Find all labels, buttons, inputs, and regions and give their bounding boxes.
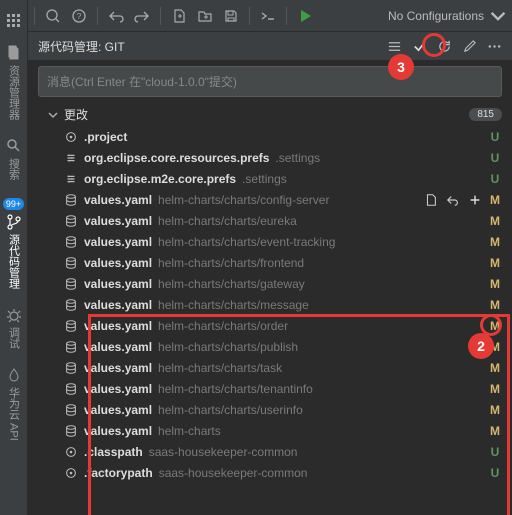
svg-text:?: ? — [77, 12, 82, 21]
redo-icon[interactable] — [134, 8, 150, 24]
rail-debug[interactable]: 调试 — [6, 307, 22, 349]
file-row[interactable]: org.eclipse.m2e.core.prefs .settingsU — [28, 168, 512, 189]
rail-huawei[interactable]: 华为云 API — [6, 367, 22, 441]
file-row[interactable]: org.eclipse.core.resources.prefs .setting… — [28, 147, 512, 168]
status-letter: M — [488, 193, 502, 207]
commit-check-icon[interactable] — [412, 39, 427, 54]
save-icon[interactable] — [223, 8, 239, 24]
changes-label: 更改 — [64, 106, 88, 123]
chevron-down-icon — [48, 110, 58, 120]
file-path: helm-charts/charts/event-tracking — [158, 235, 488, 249]
file-name: values.yaml — [84, 214, 152, 228]
file-path: helm-charts/charts/message — [158, 298, 488, 312]
changes-tree: 更改 815 .project Uorg.eclipse.core.resourc… — [28, 103, 512, 515]
refresh-icon[interactable] — [437, 39, 452, 54]
status-letter: M — [488, 277, 502, 291]
file-row[interactable]: values.yaml helm-charts/charts/frontendM — [28, 252, 512, 273]
edit-icon[interactable] — [462, 39, 477, 54]
bug-icon — [6, 307, 22, 323]
run-icon[interactable] — [297, 8, 313, 24]
file-row[interactable]: values.yaml helm-charts/charts/eurekaM — [28, 210, 512, 231]
search-icon — [6, 138, 22, 154]
file-name: values.yaml — [84, 298, 152, 312]
scm-panel-header: 源代码管理: GIT 3 — [28, 32, 512, 60]
status-letter: U — [488, 172, 502, 186]
rail-explorer[interactable]: 资源管理器 — [6, 45, 22, 120]
file-name: org.eclipse.m2e.core.prefs — [84, 172, 236, 186]
status-letter: M — [488, 214, 502, 228]
status-letter: M — [488, 256, 502, 270]
branch-icon — [6, 214, 22, 230]
file-path: helm-charts/charts/gateway — [158, 277, 488, 291]
rail-scm[interactable]: 99+ 源代码管理 — [3, 198, 24, 289]
new-file-icon[interactable] — [171, 8, 187, 24]
scm-badge: 99+ — [3, 198, 24, 210]
file-name: values.yaml — [84, 256, 152, 270]
view-icon[interactable] — [387, 39, 402, 54]
file-row[interactable]: values.yaml helm-charts/charts/messageM — [28, 294, 512, 315]
file-row[interactable]: values.yaml helm-charts/charts/event-trac… — [28, 231, 512, 252]
files-icon — [6, 45, 22, 61]
config-label: No Configurations — [388, 9, 484, 23]
help-icon[interactable]: ? — [71, 8, 87, 24]
file-name: .project — [84, 130, 127, 144]
run-config-dropdown[interactable]: No Configurations — [388, 8, 506, 24]
file-row[interactable]: .project U — [28, 126, 512, 147]
file-path: helm-charts/charts/config-server — [158, 193, 424, 207]
file-row[interactable]: values.yaml helm-charts/charts/config-ser… — [28, 189, 512, 210]
terminal-icon[interactable] — [260, 8, 276, 24]
file-path: .settings — [242, 172, 488, 186]
status-letter: U — [488, 130, 502, 144]
search-icon[interactable] — [45, 8, 61, 24]
file-path: helm-charts/charts/eureka — [158, 214, 488, 228]
file-row[interactable]: values.yaml helm-charts/charts/gatewayM — [28, 273, 512, 294]
more-icon[interactable] — [487, 39, 502, 54]
undo-icon[interactable] — [108, 8, 124, 24]
stage-plus-icon[interactable] — [468, 193, 482, 207]
row-actions — [424, 193, 482, 207]
file-name: org.eclipse.core.resources.prefs — [84, 151, 269, 165]
apps-icon[interactable] — [7, 14, 20, 27]
huawei-icon — [6, 367, 22, 383]
status-letter: M — [488, 298, 502, 312]
chevron-down-icon — [490, 8, 506, 24]
file-name: values.yaml — [84, 277, 152, 291]
status-letter: U — [488, 151, 502, 165]
changes-group[interactable]: 更改 815 — [28, 103, 512, 126]
discard-icon[interactable] — [446, 193, 460, 207]
commit-message-input[interactable]: 消息(Ctrl Enter 在"cloud-1.0.0"提交) — [38, 66, 502, 97]
file-name: values.yaml — [84, 193, 152, 207]
top-toolbar: ? No Configurations — [28, 0, 512, 32]
activity-bar: 资源管理器 搜索 99+ 源代码管理 调试 华为云 API — [0, 0, 28, 515]
new-folder-icon[interactable] — [197, 8, 213, 24]
file-path: helm-charts/charts/frontend — [158, 256, 488, 270]
open-file-icon[interactable] — [424, 193, 438, 207]
changes-count: 815 — [469, 108, 502, 121]
annotation-highlight-box — [88, 314, 510, 515]
rail-search[interactable]: 搜索 — [6, 138, 22, 180]
status-letter: M — [488, 235, 502, 249]
file-name: values.yaml — [84, 235, 152, 249]
scm-title: 源代码管理: GIT — [38, 38, 125, 55]
file-path: .settings — [275, 151, 488, 165]
